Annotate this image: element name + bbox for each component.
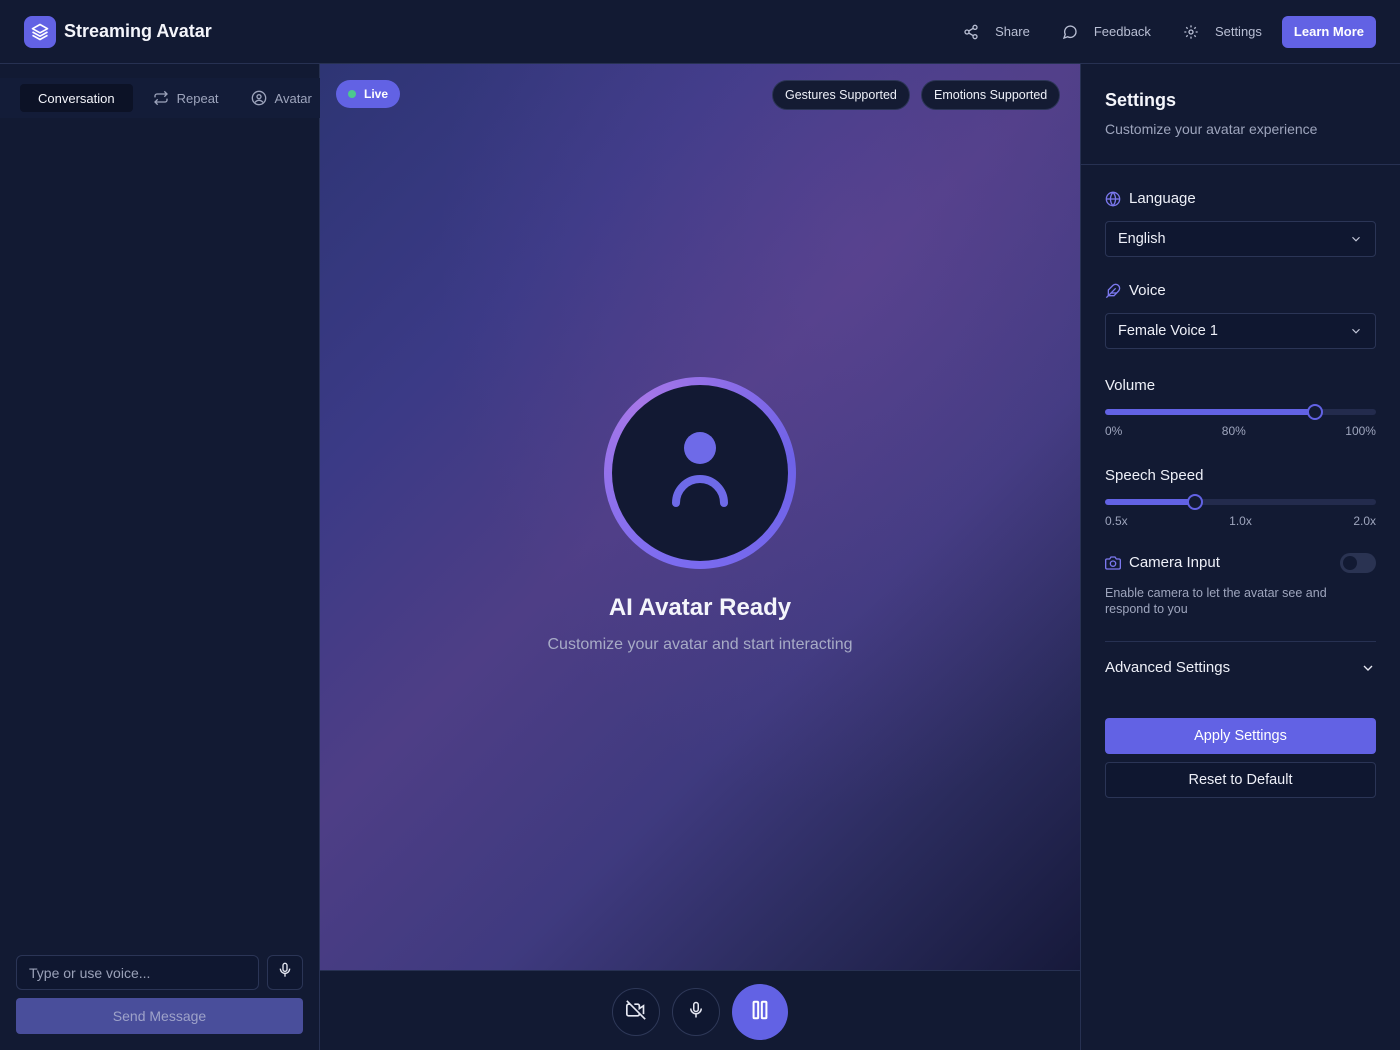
user-icon [668, 431, 732, 516]
avatar-ready-subtitle: Customize your avatar and start interact… [547, 636, 853, 653]
language-label: Language [1105, 190, 1196, 207]
speed-thumb[interactable] [1187, 494, 1204, 510]
share-button[interactable]: Share [963, 24, 1030, 40]
tab-repeat-label: Repeat [176, 90, 219, 106]
speed-fill [1105, 499, 1196, 505]
tab-conversation-label: Conversation [38, 90, 115, 106]
camera-input-toggle[interactable] [1340, 553, 1376, 573]
speed-tick-min: 0.5x [1105, 514, 1128, 528]
language-select[interactable]: English [1105, 221, 1376, 257]
voice-label-text: Voice [1129, 282, 1166, 299]
settings-panel: Settings Customize your avatar experienc… [1080, 64, 1400, 1050]
language-label-text: Language [1129, 190, 1196, 207]
share-label: Share [995, 24, 1030, 39]
volume-tick-mid: 80% [1221, 424, 1246, 438]
settings-divider [1105, 641, 1376, 642]
avatar-placeholder [604, 377, 796, 569]
conversation-panel: Conversation Repeat Avatar Type or use v… [0, 64, 320, 1050]
apply-settings-button[interactable]: Apply Settings [1105, 718, 1376, 754]
repeat-icon [153, 90, 169, 106]
avatar-inner [612, 385, 788, 561]
speech-speed-label: Speech Speed [1105, 467, 1204, 484]
speech-speed-slider[interactable] [1105, 494, 1376, 510]
learn-more-button[interactable]: Learn More [1281, 15, 1376, 48]
panel-tabs: Conversation Repeat Avatar [0, 78, 320, 118]
advanced-settings-toggle[interactable]: Advanced Settings [1105, 659, 1376, 676]
video-off-icon [626, 999, 646, 1025]
pause-icon [749, 999, 771, 1026]
camera-input-label-text: Camera Input [1129, 554, 1220, 571]
volume-thumb[interactable] [1307, 404, 1324, 420]
mic-icon [687, 1001, 705, 1024]
app-title: Streaming Avatar [64, 21, 212, 41]
settings-label: Settings [1214, 24, 1262, 39]
settings-subtitle: Customize your avatar experience [1105, 121, 1318, 137]
voice-input-button[interactable] [267, 955, 303, 990]
volume-tick-min: 0% [1105, 424, 1123, 438]
tab-repeat[interactable]: Repeat [141, 84, 231, 112]
tab-avatar[interactable]: Avatar [239, 84, 324, 112]
avatar-ready-title: AI Avatar Ready [608, 594, 792, 621]
share-icon [963, 24, 979, 40]
send-message-button[interactable]: Send Message [16, 998, 303, 1034]
volume-fill [1105, 409, 1316, 415]
reset-default-button[interactable]: Reset to Default [1105, 762, 1376, 798]
emotions-badge: Emotions Supported [921, 80, 1061, 110]
layers-icon [24, 15, 56, 48]
camera-icon [1105, 555, 1121, 571]
live-label: Live [364, 87, 389, 101]
advanced-settings-label: Advanced Settings [1105, 659, 1231, 676]
camera-toggle-button[interactable] [612, 988, 660, 1036]
tab-conversation[interactable]: Conversation [20, 84, 133, 112]
user-circle-icon [251, 90, 267, 106]
volume-label: Volume [1105, 377, 1156, 394]
chat-input-row [16, 955, 303, 990]
gestures-badge: Gestures Supported [772, 80, 910, 110]
volume-slider[interactable] [1105, 404, 1376, 420]
feedback-button[interactable]: Feedback [1062, 24, 1151, 40]
header-actions: Share Feedback Settings Learn More [931, 15, 1376, 48]
settings-button[interactable]: Settings [1183, 24, 1262, 40]
live-indicator-dot [348, 90, 356, 98]
chevron-down-icon [1360, 660, 1376, 676]
microphone-button[interactable] [672, 988, 720, 1036]
settings-title: Settings [1105, 90, 1177, 110]
media-controls [320, 970, 1080, 1050]
chevron-down-icon [1349, 324, 1363, 338]
settings-header: Settings Customize your avatar experienc… [1081, 64, 1400, 165]
voice-select[interactable]: Female Voice 1 [1105, 313, 1376, 349]
pause-button[interactable] [732, 984, 788, 1040]
avatar-stage: Live Gestures Supported Emotions Support… [320, 64, 1080, 970]
tab-avatar-label: Avatar [274, 90, 312, 106]
message-circle-icon [1062, 24, 1078, 40]
live-badge: Live [336, 80, 401, 108]
globe-icon [1105, 190, 1121, 207]
app-root: Streaming Avatar Share Feedback Settings… [0, 0, 1400, 1050]
speed-tick-max: 2.0x [1353, 514, 1376, 528]
voice-value: Female Voice 1 [1118, 323, 1218, 339]
volume-tick-max: 100% [1345, 424, 1376, 438]
camera-input-label: Camera Input [1105, 554, 1220, 571]
toggle-knob [1343, 556, 1357, 570]
speed-ticks: 0.5x 1.0x 2.0x [1105, 514, 1376, 528]
camera-input-description: Enable camera to let the avatar see and … [1105, 586, 1327, 616]
feedback-label: Feedback [1093, 24, 1151, 39]
volume-ticks: 0% 80% 100% [1105, 424, 1376, 438]
top-header: Streaming Avatar Share Feedback Settings… [0, 0, 1400, 64]
gear-icon [1183, 24, 1199, 40]
voice-label: Voice [1105, 282, 1166, 299]
speed-tick-mid: 1.0x [1229, 514, 1252, 528]
message-input[interactable] [16, 955, 259, 990]
feather-icon [1105, 283, 1121, 299]
mic-icon [277, 962, 293, 983]
chevron-down-icon [1349, 232, 1363, 246]
language-value: English [1118, 231, 1166, 247]
